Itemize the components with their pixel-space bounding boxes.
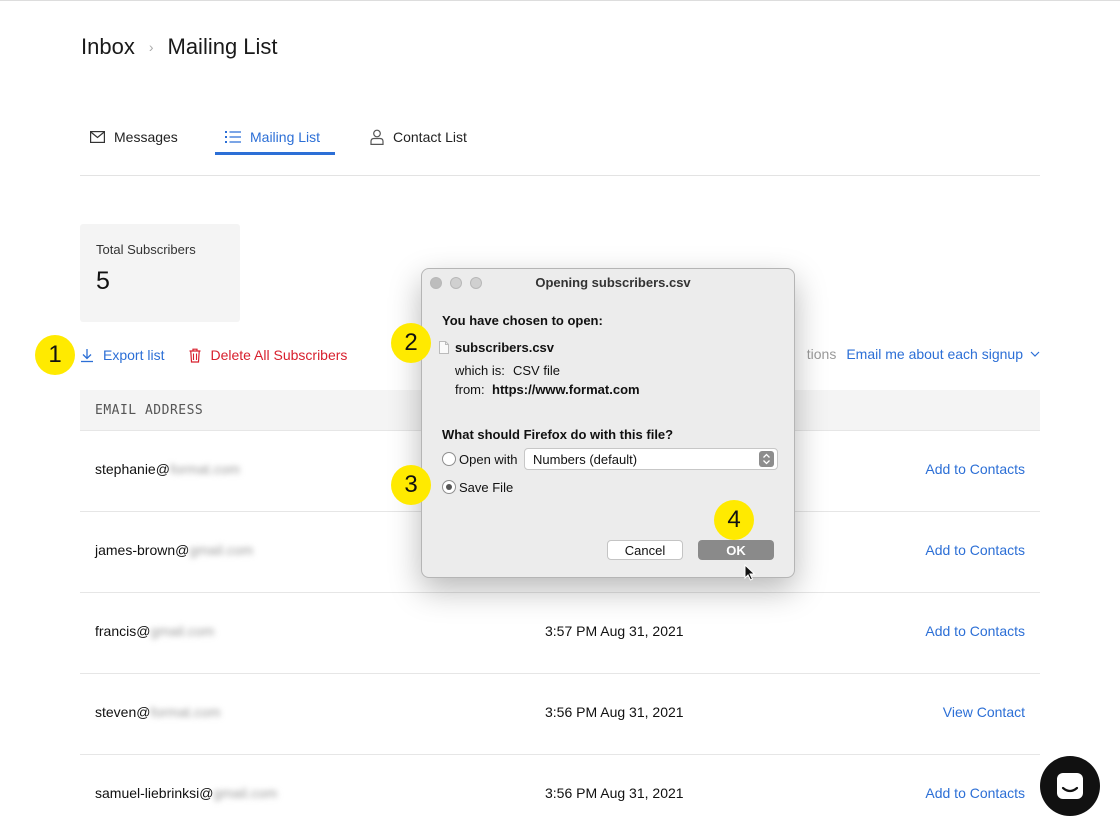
- envelope-icon: [90, 131, 105, 143]
- chat-launcher-button[interactable]: [1040, 756, 1100, 816]
- tab-mailing-list-label: Mailing List: [250, 129, 321, 145]
- tab-contact-list-label: Contact List: [393, 129, 467, 145]
- ok-button[interactable]: OK: [698, 540, 774, 560]
- export-list-label: Export list: [103, 347, 165, 363]
- dialog-titlebar: Opening subscribers.csv: [422, 269, 794, 296]
- column-header-email: EMAIL ADDRESS: [95, 402, 204, 418]
- subscriber-email: francis@ gmail.com: [95, 623, 214, 639]
- table-row: samuel-liebrinksi@ gmail.com 3:56 PM Aug …: [80, 755, 1040, 836]
- email-domain-redacted: gmail.com: [150, 623, 215, 639]
- chevron-down-icon: [1030, 351, 1040, 357]
- total-subscribers-card: Total Subscribers 5: [80, 224, 240, 322]
- open-with-label: Open with: [459, 452, 518, 467]
- email-domain-redacted: gmail.com: [189, 542, 254, 558]
- export-list-button[interactable]: Export list: [80, 347, 164, 363]
- cancel-button[interactable]: Cancel: [607, 540, 683, 560]
- email-domain-redacted: format.com: [169, 461, 240, 477]
- chevron-right-icon: ›: [148, 39, 154, 55]
- email-user: francis@: [95, 623, 151, 639]
- table-row: steven@ format.com 3:56 PM Aug 31, 2021 V…: [80, 674, 1040, 755]
- mouse-cursor-icon: [744, 564, 756, 581]
- list-actions: Export list Delete All Subscribers: [80, 344, 347, 366]
- open-with-radio[interactable]: [442, 452, 456, 466]
- total-subscribers-label: Total Subscribers: [96, 242, 196, 257]
- subscriber-email: samuel-liebrinksi@ gmail.com: [95, 785, 277, 801]
- tab-messages[interactable]: Messages: [90, 118, 178, 156]
- file-name: subscribers.csv: [455, 340, 555, 355]
- email-user: steven@: [95, 704, 151, 720]
- dialog-title: Opening subscribers.csv: [535, 275, 691, 290]
- save-file-radio[interactable]: [442, 480, 456, 494]
- total-subscribers-value: 5: [96, 267, 110, 295]
- add-to-contacts-link[interactable]: Add to Contacts: [925, 542, 1025, 558]
- notification-settings: tions Email me about each signup: [807, 344, 1040, 364]
- notification-label-partial: tions: [806, 346, 837, 362]
- file-type-label: which is:: [455, 363, 505, 378]
- top-divider: [0, 0, 1120, 1]
- file-type-value: CSV file: [513, 363, 560, 378]
- email-user: samuel-liebrinksi@: [95, 785, 214, 801]
- list-icon: [225, 131, 241, 143]
- step-marker-4: 4: [714, 500, 754, 540]
- add-to-contacts-link[interactable]: Add to Contacts: [925, 623, 1025, 639]
- tab-contact-list[interactable]: Contact List: [370, 118, 467, 156]
- save-file-label: Save File: [459, 480, 514, 495]
- subscribed-date: 3:56 PM Aug 31, 2021: [545, 704, 684, 720]
- chosen-to-open-label: You have chosen to open:: [442, 313, 603, 328]
- file-icon: [439, 341, 449, 354]
- email-user: stephanie@: [95, 461, 170, 477]
- tab-mailing-list[interactable]: Mailing List: [225, 118, 320, 156]
- open-with-app-value: Numbers (default): [533, 452, 638, 467]
- view-contact-link[interactable]: View Contact: [943, 704, 1025, 720]
- person-icon: [370, 129, 384, 145]
- chat-icon: [1057, 773, 1083, 799]
- subscribed-date: 3:56 PM Aug 31, 2021: [545, 785, 684, 801]
- action-question: What should Firefox do with this file?: [442, 427, 674, 442]
- subscriber-email: steven@ format.com: [95, 704, 220, 720]
- file-source-url: https://www.format.com: [492, 382, 640, 397]
- page-title: Mailing List: [167, 34, 278, 59]
- step-marker-3: 3: [391, 465, 431, 505]
- tab-bar: Messages Mailing List Contact List: [80, 118, 1040, 176]
- trash-icon: [189, 348, 201, 363]
- delete-all-subscribers-label: Delete All Subscribers: [210, 347, 348, 363]
- download-icon: [81, 348, 93, 362]
- subscriber-email: james-brown@ gmail.com: [95, 542, 253, 558]
- step-marker-2: 2: [391, 323, 431, 363]
- subscriber-email: stephanie@ format.com: [95, 461, 240, 477]
- email-domain-redacted: format.com: [150, 704, 221, 720]
- email-notification-value: Email me about each signup: [846, 346, 1023, 362]
- email-user: james-brown@: [95, 542, 190, 558]
- active-tab-indicator: [215, 152, 335, 155]
- file-source-label: from:: [455, 382, 485, 397]
- email-notification-dropdown[interactable]: Email me about each signup: [846, 346, 1040, 362]
- breadcrumb-inbox[interactable]: Inbox: [81, 34, 135, 60]
- delete-all-subscribers-button[interactable]: Delete All Subscribers: [189, 347, 347, 363]
- add-to-contacts-link[interactable]: Add to Contacts: [925, 785, 1025, 801]
- email-domain-redacted: gmail.com: [213, 785, 278, 801]
- table-row: francis@ gmail.com 3:57 PM Aug 31, 2021 A…: [80, 593, 1040, 674]
- tab-messages-label: Messages: [114, 129, 178, 145]
- open-with-app-select[interactable]: Numbers (default): [524, 448, 778, 470]
- subscribed-date: 3:57 PM Aug 31, 2021: [545, 623, 684, 639]
- up-down-arrows-icon: [759, 451, 774, 467]
- add-to-contacts-link[interactable]: Add to Contacts: [925, 461, 1025, 477]
- step-marker-1: 1: [35, 335, 75, 375]
- breadcrumb: Inbox › Mailing List: [81, 34, 278, 60]
